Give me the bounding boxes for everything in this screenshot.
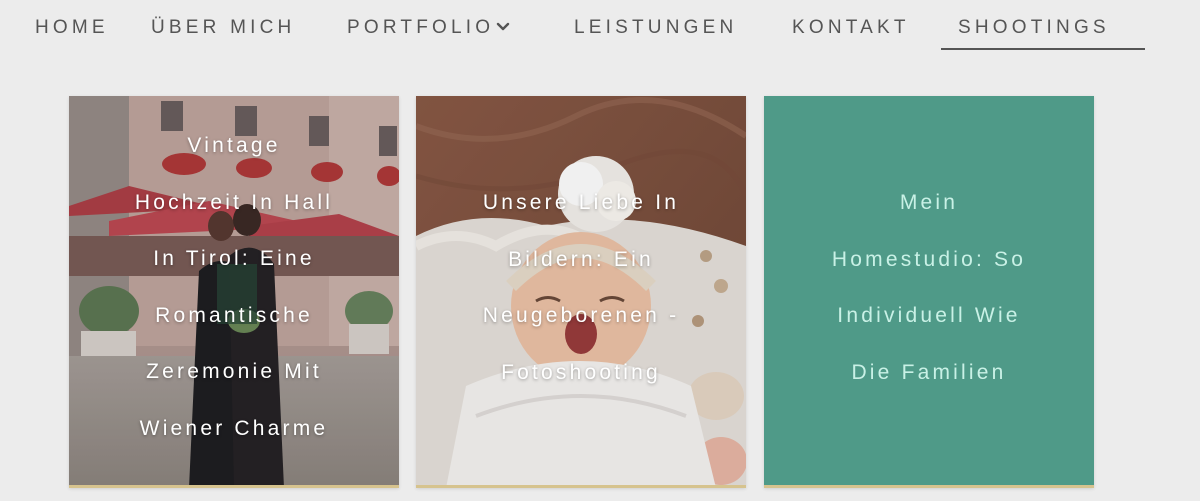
post-title-line: Homestudio: So <box>831 247 1027 271</box>
post-card-newborn[interactable]: Unsere Liebe In Bildern: Ein Neugeborene… <box>416 96 746 488</box>
card-accent-bar <box>764 485 1094 488</box>
post-title-homestudio: Mein Homestudio: So Individuell Wie Die … <box>784 175 1074 401</box>
post-title-line: Zeremonie Mit <box>146 360 322 383</box>
post-title-line: Hochzeit In Hall <box>134 190 334 214</box>
nav-item-leistungen[interactable]: LEISTUNGEN <box>574 14 737 42</box>
active-nav-underline <box>941 48 1145 50</box>
post-title-newborn: Unsere Liebe In Bildern: Ein Neugeborene… <box>436 175 726 401</box>
post-title-line: Neugeborenen - <box>482 304 680 327</box>
post-title-line: Fotoshooting <box>501 360 661 384</box>
post-title-line: Unsere Liebe In <box>482 191 680 214</box>
nav-item-shootings[interactable]: SHOOTINGS <box>958 14 1110 42</box>
nav-item-portfolio-label: PORTFOLIO <box>347 17 495 39</box>
main-navigation: HOME ÜBER MICH PORTFOLIO LEISTUNGEN KONT… <box>0 0 1200 60</box>
post-title-line: Wiener Charme <box>139 416 329 440</box>
nav-item-ueber-mich[interactable]: ÜBER MICH <box>151 14 295 42</box>
post-title-line: Bildern: Ein <box>508 247 654 271</box>
nav-item-home[interactable]: HOME <box>35 14 109 42</box>
post-title-line: Individuell Wie <box>837 304 1021 327</box>
nav-item-portfolio[interactable]: PORTFOLIO <box>347 14 510 42</box>
post-title-line: Vintage <box>187 134 281 157</box>
post-card-wedding[interactable]: Vintage Hochzeit In Hall In Tirol: Eine … <box>69 96 399 488</box>
post-title-line: Romantische <box>155 303 313 327</box>
card-accent-bar <box>69 485 399 488</box>
post-title-line: Die Familien <box>851 360 1007 384</box>
post-card-homestudio[interactable]: Mein Homestudio: So Individuell Wie Die … <box>764 96 1094 488</box>
post-title-line: Mein <box>899 191 959 214</box>
chevron-down-icon[interactable] <box>496 14 510 42</box>
nav-item-kontakt[interactable]: KONTAKT <box>792 14 910 42</box>
post-title-wedding: Vintage Hochzeit In Hall In Tirol: Eine … <box>89 118 379 457</box>
card-accent-bar <box>416 485 746 488</box>
post-title-line: In Tirol: Eine <box>153 247 315 270</box>
